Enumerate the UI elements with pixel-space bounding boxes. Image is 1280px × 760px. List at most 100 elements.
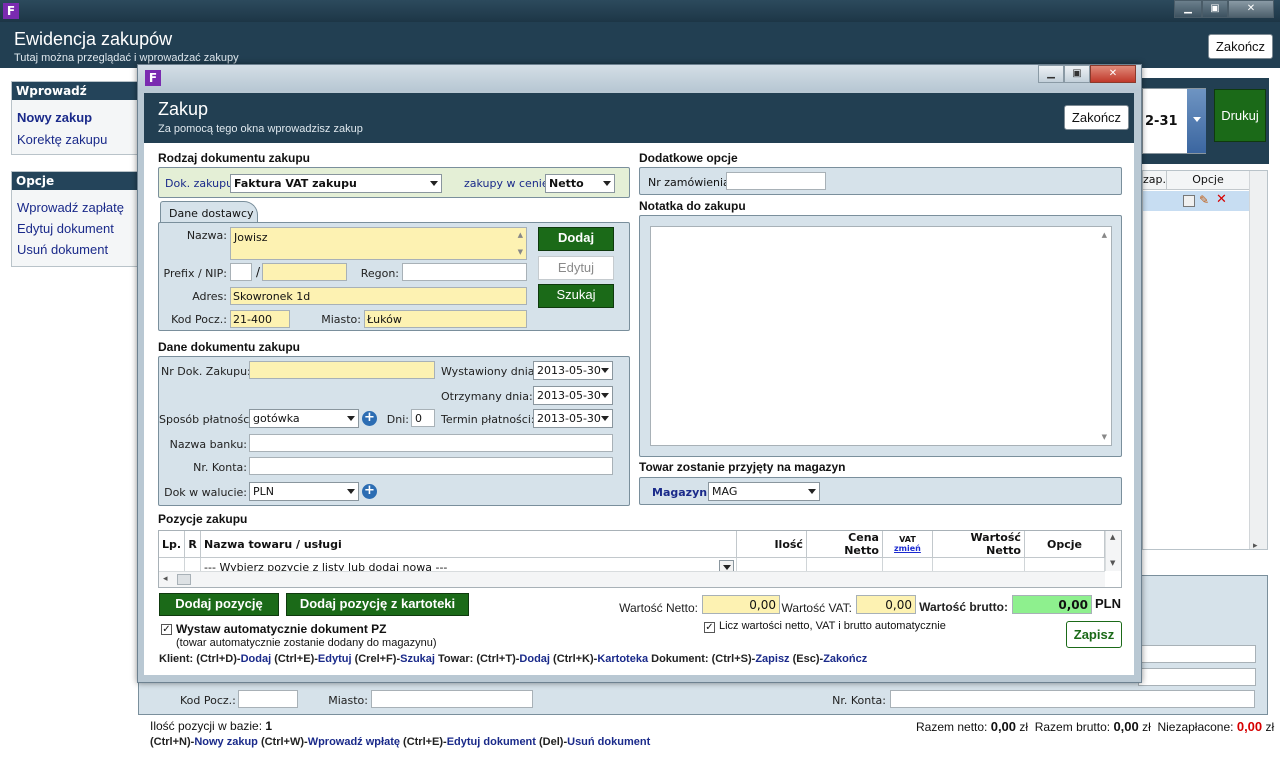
nip-field[interactable]	[262, 263, 347, 281]
magazyn-value: MAG	[712, 485, 738, 498]
grid-horizontal-scrollbar[interactable]: ◂	[159, 571, 1105, 587]
notatka-scroll-up-icon[interactable]: ▲	[1102, 231, 1107, 239]
grid-vertical-scrollbar[interactable]: ▲ ▼	[1105, 531, 1121, 571]
dialog-minimize-button[interactable]: ▁	[1038, 65, 1064, 83]
prefix-field[interactable]	[230, 263, 252, 281]
sposob-select[interactable]: gotówka	[249, 409, 359, 428]
nr-dok-field[interactable]	[249, 361, 435, 379]
row-delete-icon[interactable]: ✕	[1216, 192, 1227, 207]
nazwa-field[interactable]: Jowisz ▲ ▼	[230, 227, 527, 260]
otrzymany-date[interactable]: 2013-05-30	[533, 386, 613, 405]
shortcut-wprowadz-wplate[interactable]: Wprowadź wpłatę	[308, 736, 400, 748]
kod-pocz-field[interactable]	[238, 690, 298, 708]
table-row[interactable]	[1143, 191, 1249, 211]
dialog-close-x-button[interactable]: ✕	[1090, 65, 1136, 83]
magazyn-box: Magazyn: MAG	[639, 477, 1122, 505]
scroll-right-icon[interactable]: ▸	[1253, 541, 1258, 551]
dodaj-dostawca-button[interactable]: Dodaj	[538, 227, 614, 251]
regon-field[interactable]	[402, 263, 527, 281]
licz-label: Licz wartości netto, VAT i brutto automa…	[719, 620, 946, 632]
add-waluta-icon[interactable]: +	[362, 484, 377, 499]
adres-label: Adres:	[192, 290, 227, 303]
niezaplacone-value: 0,00	[1236, 719, 1263, 734]
row-view-icon[interactable]	[1183, 195, 1195, 207]
wprowadz-zaplate-link[interactable]: Wprowadź zapłatę	[17, 200, 124, 215]
grid-scroll-down-icon[interactable]: ▼	[1110, 559, 1115, 567]
currency-label: PLN	[1095, 596, 1121, 611]
section-notatka: Notatka do zakupu	[639, 199, 746, 213]
nr-zamowienia-field[interactable]	[726, 172, 826, 190]
minimize-button[interactable]: ▁	[1174, 0, 1202, 18]
dok-zakupu-select[interactable]: Faktura VAT zakupu	[230, 174, 442, 193]
dodaj-z-kartoteki-button[interactable]: Dodaj pozycję z kartoteki	[286, 593, 469, 616]
sposob-label: Sposób płatności:	[159, 413, 257, 426]
bank-field[interactable]	[249, 434, 613, 452]
dni-label: Dni:	[386, 413, 409, 426]
detail-field-2[interactable]	[1138, 668, 1256, 686]
konto-field[interactable]	[249, 457, 613, 475]
shortcut-dokument-zapisz[interactable]: Zapisz	[755, 653, 789, 665]
shortcut-towar-dodaj[interactable]: Dodaj	[519, 653, 550, 665]
dialog-maximize-button[interactable]: ▣	[1064, 65, 1090, 83]
niezaplacone-label: Niezapłacone:	[1157, 720, 1234, 734]
szukaj-dostawca-button[interactable]: Szukaj	[538, 284, 614, 308]
dialog-titlebar: F ▁ ▣ ✕	[138, 65, 1141, 91]
col-r: R	[184, 531, 202, 558]
shortcut-dokument-zakoncz[interactable]: Zakończ	[823, 653, 867, 665]
dni-value: 0	[415, 412, 422, 425]
wystawiony-value: 2013-05-30	[537, 364, 601, 377]
cena-select[interactable]: Netto	[545, 174, 615, 193]
shortcut-nowy-zakup[interactable]: Nowy zakup	[194, 736, 258, 748]
notatka-textarea[interactable]: ▲ ▼	[650, 226, 1112, 446]
close-window-button[interactable]: ✕	[1228, 0, 1274, 18]
chevron-down-icon	[603, 181, 611, 186]
dialog-close-button[interactable]: Zakończ	[1064, 105, 1129, 130]
row-edit-icon[interactable]: ✎	[1199, 193, 1209, 207]
grid-scroll-up-icon[interactable]: ▲	[1110, 533, 1115, 541]
shortcut-towar-kartoteka[interactable]: Kartoteka	[597, 653, 648, 665]
print-button[interactable]: Drukuj	[1214, 89, 1266, 142]
waluta-select[interactable]: PLN	[249, 482, 359, 501]
miasto-field[interactable]	[371, 690, 533, 708]
termin-value: 2013-05-30	[537, 412, 601, 425]
nazwa-scroll-down-icon[interactable]: ▼	[518, 248, 523, 256]
date-to-select[interactable]: 2-31	[1142, 88, 1206, 154]
shortcut-klient-edytuj[interactable]: Edytuj	[318, 653, 352, 665]
add-sposob-icon[interactable]: +	[362, 411, 377, 426]
date-dropdown[interactable]	[1187, 89, 1206, 153]
magazyn-select[interactable]: MAG	[708, 482, 820, 501]
wystawiony-date[interactable]: 2013-05-30	[533, 361, 613, 380]
shortcut-klient-dodaj[interactable]: Dodaj	[241, 653, 272, 665]
shortcut-edytuj-dokument[interactable]: Edytuj dokument	[447, 736, 536, 748]
edytuj-dostawca-button[interactable]: Edytuj	[538, 256, 614, 280]
kod-field[interactable]: 21-400	[230, 310, 290, 328]
termin-date[interactable]: 2013-05-30	[533, 409, 613, 428]
adres-field[interactable]: Skowronek 1d	[230, 287, 527, 305]
nazwa-scroll-up-icon[interactable]: ▲	[518, 231, 523, 239]
usun-dokument-link[interactable]: Usuń dokument	[17, 242, 108, 257]
shortcut-klient-szukaj[interactable]: Szukaj	[400, 653, 435, 665]
zmien-vat-link[interactable]: zmień	[894, 544, 921, 553]
wartosc-netto-label: Wartość Netto:	[619, 601, 698, 615]
grid-scroll-left-icon[interactable]: ◂	[163, 574, 168, 584]
regon-label: Regon:	[360, 267, 399, 280]
notatka-scroll-down-icon[interactable]: ▼	[1102, 433, 1107, 441]
grid-scroll-thumb[interactable]	[177, 574, 191, 585]
pz-checkbox[interactable]: ✓	[161, 624, 172, 635]
korekta-zakupu-link[interactable]: Korektę zakupu	[17, 132, 107, 147]
edytuj-dokument-link[interactable]: Edytuj dokument	[17, 221, 114, 236]
nr-konta-field[interactable]	[890, 690, 1255, 708]
main-close-button[interactable]: Zakończ	[1208, 34, 1273, 59]
maximize-button[interactable]: ▣	[1202, 0, 1228, 18]
zapisz-button[interactable]: Zapisz	[1066, 621, 1122, 648]
dodaj-pozycje-button[interactable]: Dodaj pozycję	[159, 593, 279, 616]
dni-field[interactable]: 0	[411, 409, 435, 427]
shortcut-usun-dokument[interactable]: Usuń dokument	[567, 736, 650, 748]
miasto-field[interactable]: Łuków	[364, 310, 527, 328]
nowy-zakup-link[interactable]: Nowy zakup	[17, 110, 92, 125]
detail-field-1[interactable]	[1138, 645, 1256, 663]
licz-checkbox[interactable]: ✓	[704, 622, 715, 633]
zakup-dialog: F ▁ ▣ ✕ Zakup Za pomocą tego okna wprowa…	[137, 64, 1142, 683]
tab-dane-dostawcy[interactable]: Dane dostawcy	[160, 201, 258, 223]
vertical-scrollbar[interactable]	[1249, 171, 1267, 549]
